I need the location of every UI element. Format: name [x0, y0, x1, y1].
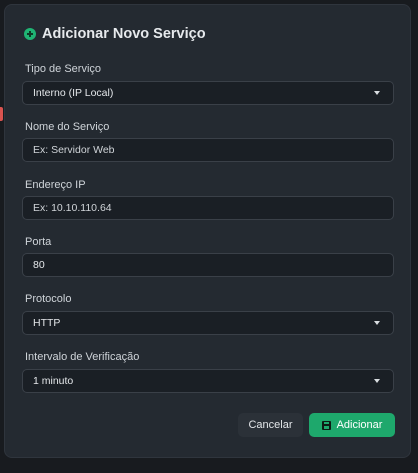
- service-name-input[interactable]: [22, 138, 394, 162]
- protocol-selected-value: HTTP: [33, 317, 61, 329]
- modal-title-row: Adicionar Novo Serviço: [24, 26, 206, 42]
- add-button[interactable]: Adicionar: [309, 413, 395, 437]
- service-name-label: Nome do Serviço: [25, 121, 110, 133]
- cancel-button[interactable]: Cancelar: [238, 413, 303, 437]
- check-interval-selected-value: 1 minuto: [33, 375, 74, 387]
- protocol-select[interactable]: HTTP: [22, 311, 394, 335]
- chevron-down-icon: [374, 379, 380, 383]
- service-type-selected-value: Interno (IP Local): [33, 87, 114, 99]
- add-service-modal: Adicionar Novo Serviço Tipo de Serviço I…: [4, 4, 411, 458]
- cancel-button-label: Cancelar: [248, 419, 293, 431]
- chevron-down-icon: [374, 321, 380, 325]
- modal-title: Adicionar Novo Serviço: [42, 26, 206, 42]
- port-label: Porta: [25, 236, 52, 248]
- port-input[interactable]: [22, 253, 394, 277]
- chevron-down-icon: [374, 91, 380, 95]
- service-type-select[interactable]: Interno (IP Local): [22, 81, 394, 105]
- check-interval-label: Intervalo de Verificação: [25, 351, 140, 363]
- service-type-label: Tipo de Serviço: [25, 63, 102, 75]
- background-indicator: [0, 107, 3, 121]
- ip-address-label: Endereço IP: [25, 179, 86, 191]
- save-icon: [321, 420, 331, 430]
- protocol-label: Protocolo: [25, 293, 72, 305]
- ip-address-input[interactable]: [22, 196, 394, 220]
- check-interval-select[interactable]: 1 minuto: [22, 369, 394, 393]
- plus-circle-icon: [24, 28, 36, 40]
- add-button-label: Adicionar: [336, 419, 383, 431]
